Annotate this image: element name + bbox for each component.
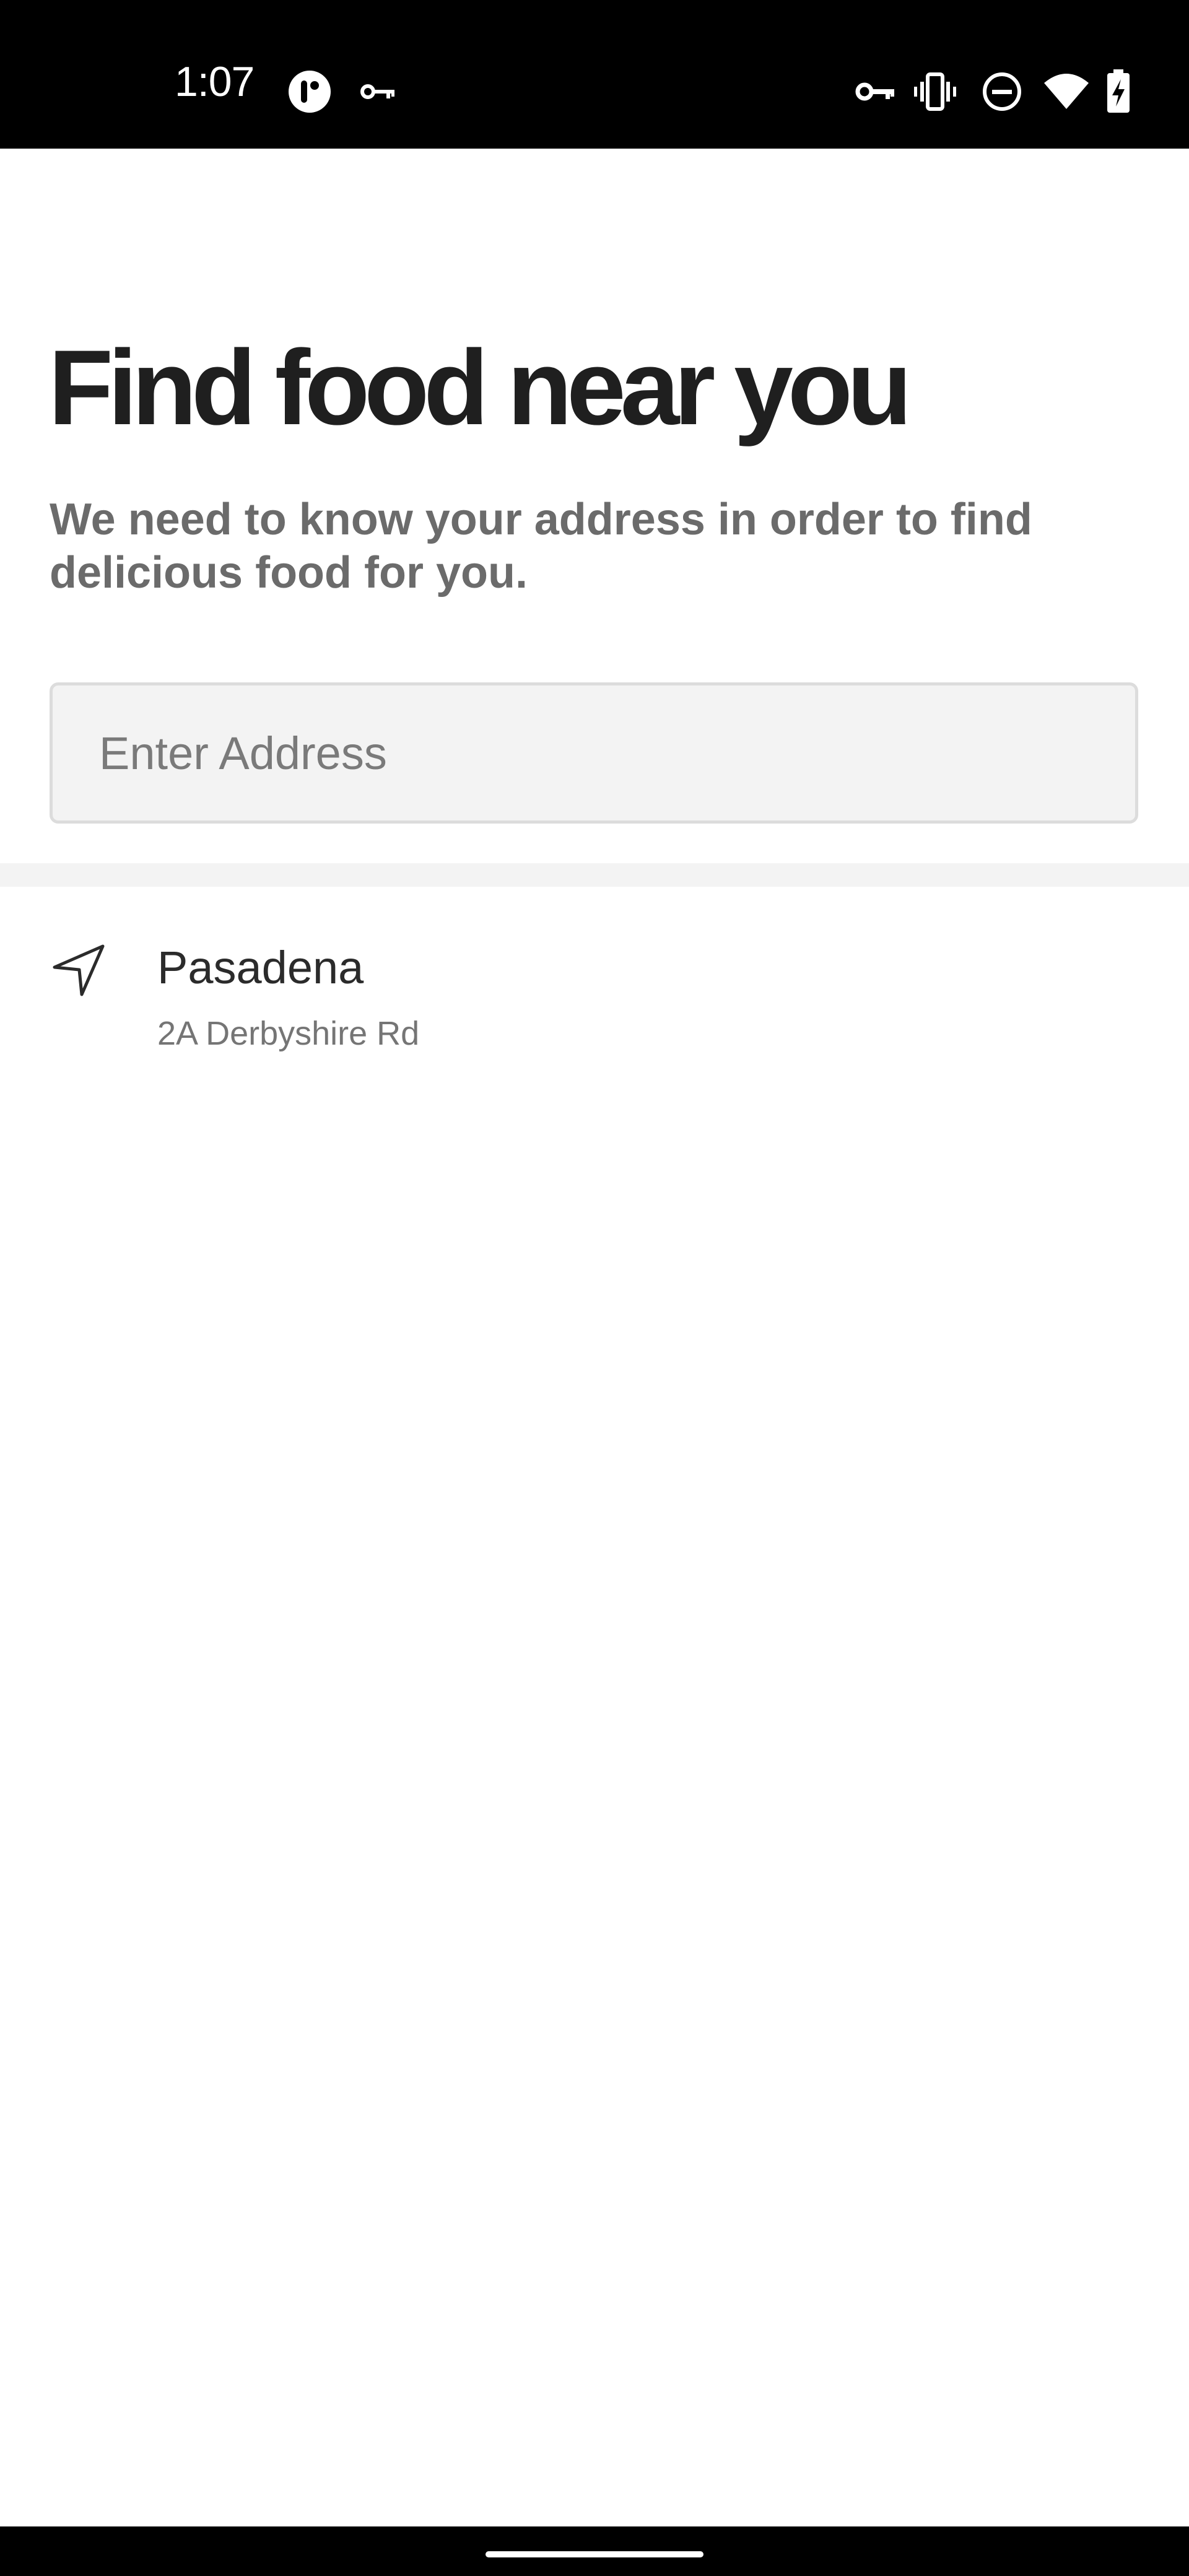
suggestion-name: Pasadena — [157, 942, 364, 993]
status-time: 1:07 — [175, 58, 255, 105]
page-title: Find food near you — [48, 328, 912, 447]
vpn-key-icon — [855, 82, 894, 101]
status-bar: 1:07 — [0, 0, 1189, 149]
address-suggestion-item[interactable]: Pasadena 2A Derbyshire Rd — [0, 910, 1189, 1077]
navigation-arrow-icon — [53, 944, 105, 996]
section-divider — [0, 863, 1189, 887]
battery-charging-icon — [1107, 69, 1130, 113]
home-gesture-handle[interactable] — [486, 2551, 703, 2557]
system-navigation-bar — [0, 2526, 1189, 2576]
vpn-key-icon — [360, 84, 394, 99]
vibrate-icon — [914, 72, 956, 111]
suggestion-address: 2A Derbyshire Rd — [157, 1015, 420, 1052]
do-not-disturb-icon — [983, 72, 1021, 111]
wifi-icon — [1044, 74, 1089, 109]
address-field[interactable] — [50, 682, 1138, 824]
address-input[interactable] — [53, 685, 1135, 820]
pocket-casts-icon — [289, 71, 331, 113]
page-subtitle: We need to know your address in order to… — [50, 495, 1032, 598]
